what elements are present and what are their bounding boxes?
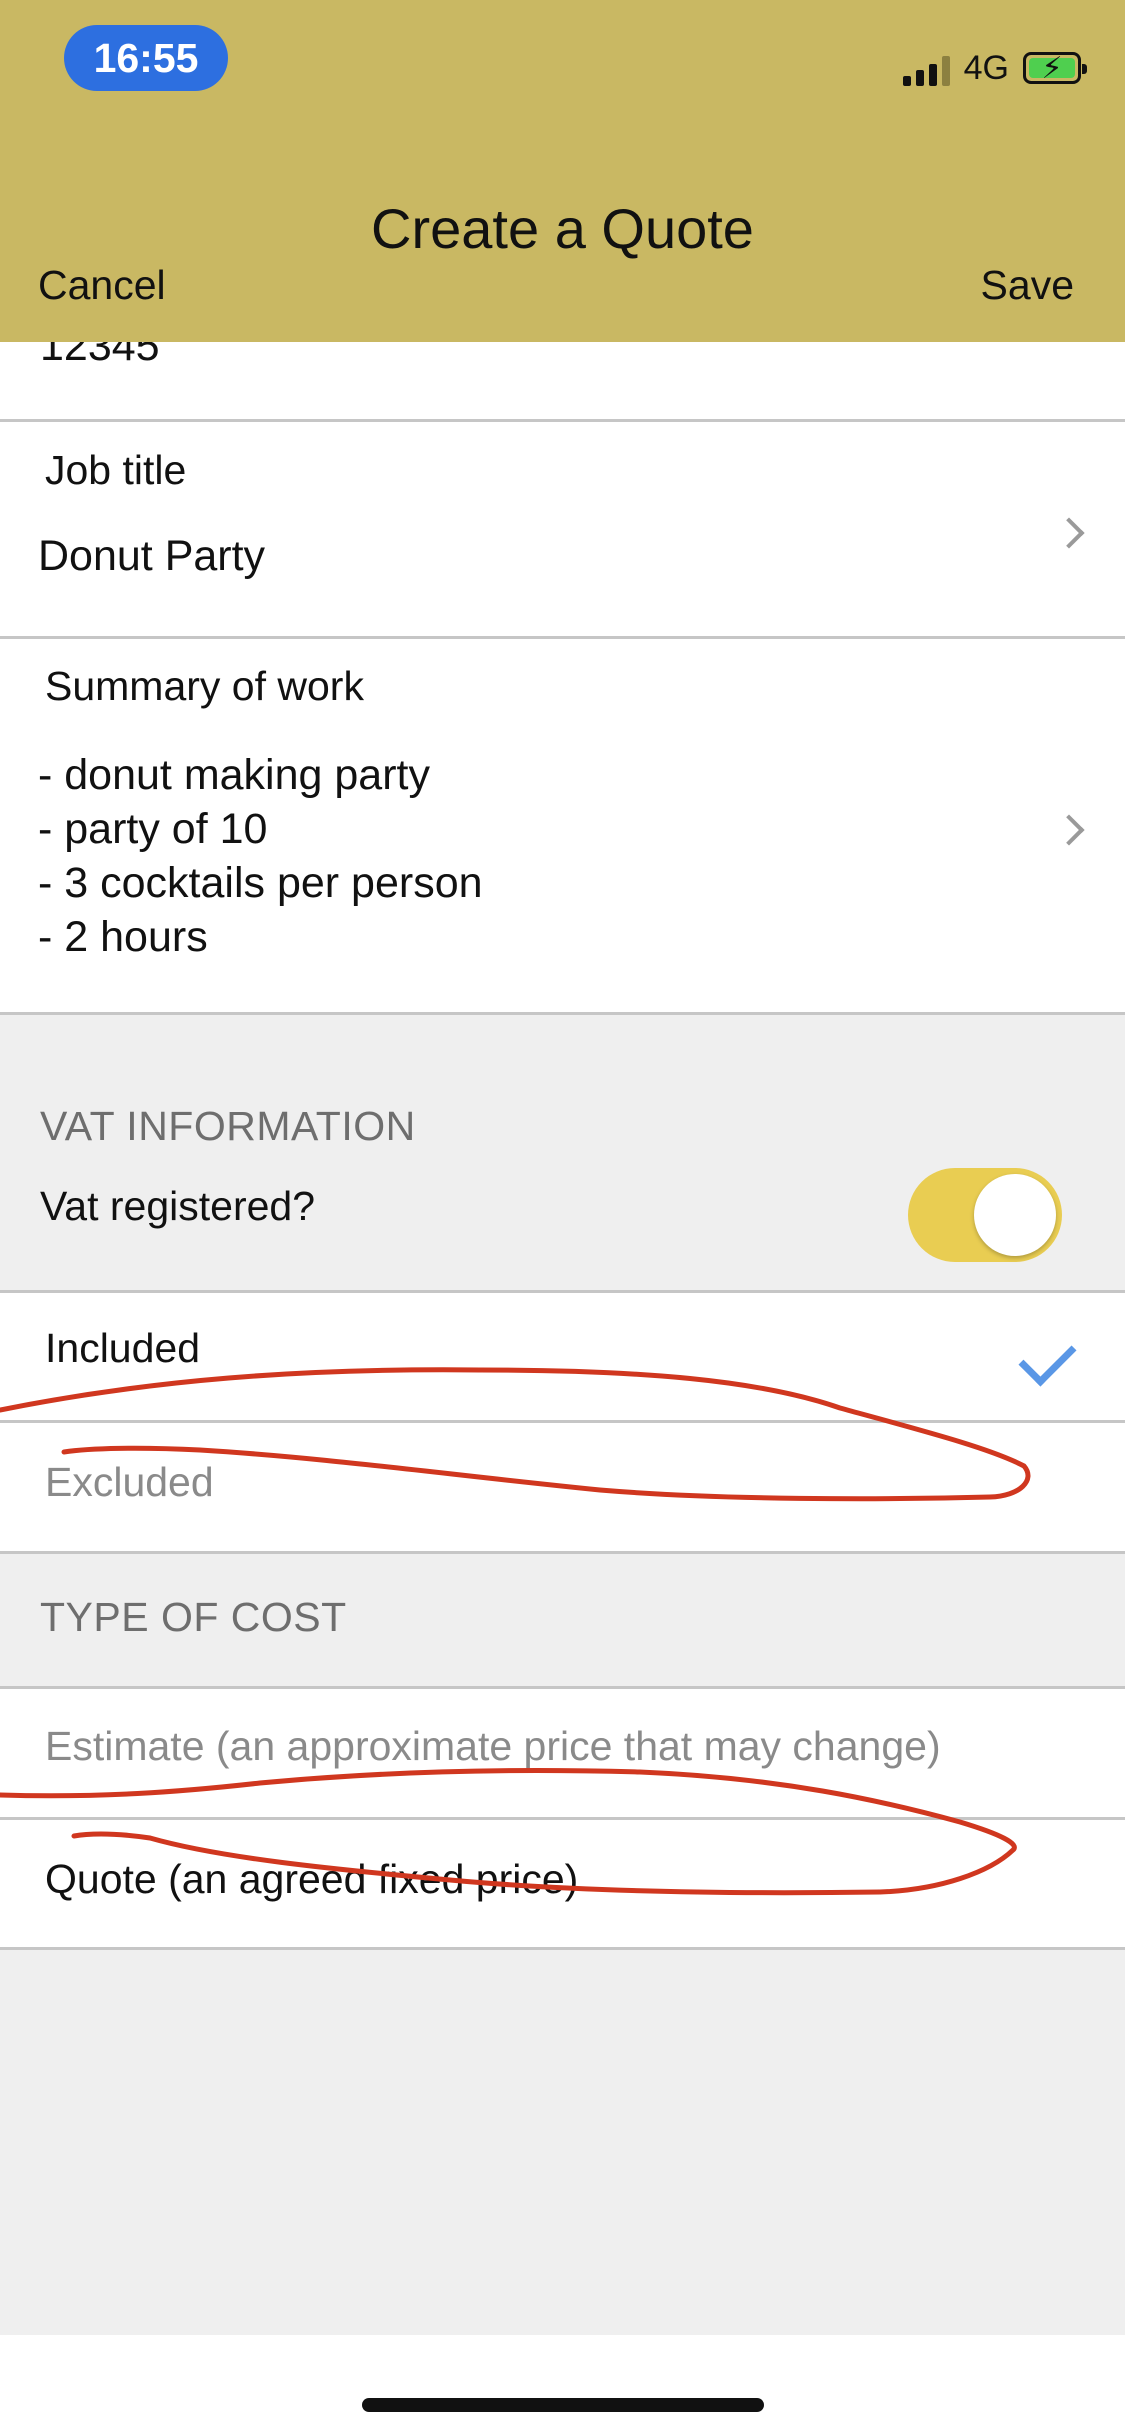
summary-label: Summary of work [45, 663, 364, 709]
divider [0, 1290, 1125, 1293]
status-time: 16:55 [64, 25, 228, 91]
summary-line: - donut making party [38, 751, 430, 799]
toggle-knob [974, 1174, 1056, 1256]
job-title-row[interactable]: Job title Donut Party [0, 422, 1125, 636]
cancel-button[interactable]: Cancel [38, 262, 166, 309]
summary-line: - 2 hours [38, 913, 208, 961]
divider [0, 1551, 1125, 1554]
summary-line: - party of 10 [38, 805, 268, 853]
empty-area [0, 1950, 1125, 2335]
divider [0, 1420, 1125, 1423]
vat-option-label: Included [45, 1325, 201, 1371]
vat-registered-toggle[interactable] [908, 1168, 1062, 1262]
home-indicator [362, 2398, 764, 2412]
divider [0, 419, 1125, 422]
vat-option-included[interactable]: Included [0, 1293, 1125, 1420]
cost-option-label: Quote (an agreed fixed price) [45, 1856, 579, 1902]
vat-option-label: Excluded [45, 1459, 214, 1505]
network-type: 4G [963, 48, 1009, 87]
cellular-signal-icon [902, 50, 950, 86]
page-title: Create a Quote [371, 197, 754, 260]
job-title-label: Job title [45, 447, 187, 493]
cost-section: TYPE OF COST [0, 1554, 1125, 1686]
vat-toggle-label: Vat registered? [40, 1183, 316, 1229]
cost-section-title: TYPE OF COST [40, 1594, 347, 1640]
divider [0, 636, 1125, 639]
status-indicators: 4G ⚡ [902, 46, 1087, 90]
cost-option-label: Estimate (an approximate price that may … [45, 1723, 941, 1769]
chevron-right-icon [1053, 517, 1085, 549]
cost-option-quote[interactable]: Quote (an agreed fixed price) [0, 1820, 1125, 1947]
cost-option-estimate[interactable]: Estimate (an approximate price that may … [0, 1689, 1125, 1817]
job-title-value: Donut Party [38, 532, 266, 580]
navigation-header: 16:55 4G ⚡ Create a Quote Cancel Save [0, 0, 1125, 342]
summary-line: - 3 cocktails per person [38, 859, 483, 907]
divider [0, 1817, 1125, 1820]
vat-section-title: VAT INFORMATION [40, 1103, 416, 1149]
battery-charging-icon: ⚡ [1023, 52, 1087, 85]
summary-text: - donut making party - party of 10 - 3 c… [38, 748, 483, 964]
chevron-right-icon [1053, 814, 1085, 846]
divider [0, 1947, 1125, 1950]
divider [0, 1686, 1125, 1689]
vat-option-excluded[interactable]: Excluded [0, 1423, 1125, 1551]
divider [0, 1012, 1125, 1015]
save-button[interactable]: Save [981, 262, 1074, 309]
